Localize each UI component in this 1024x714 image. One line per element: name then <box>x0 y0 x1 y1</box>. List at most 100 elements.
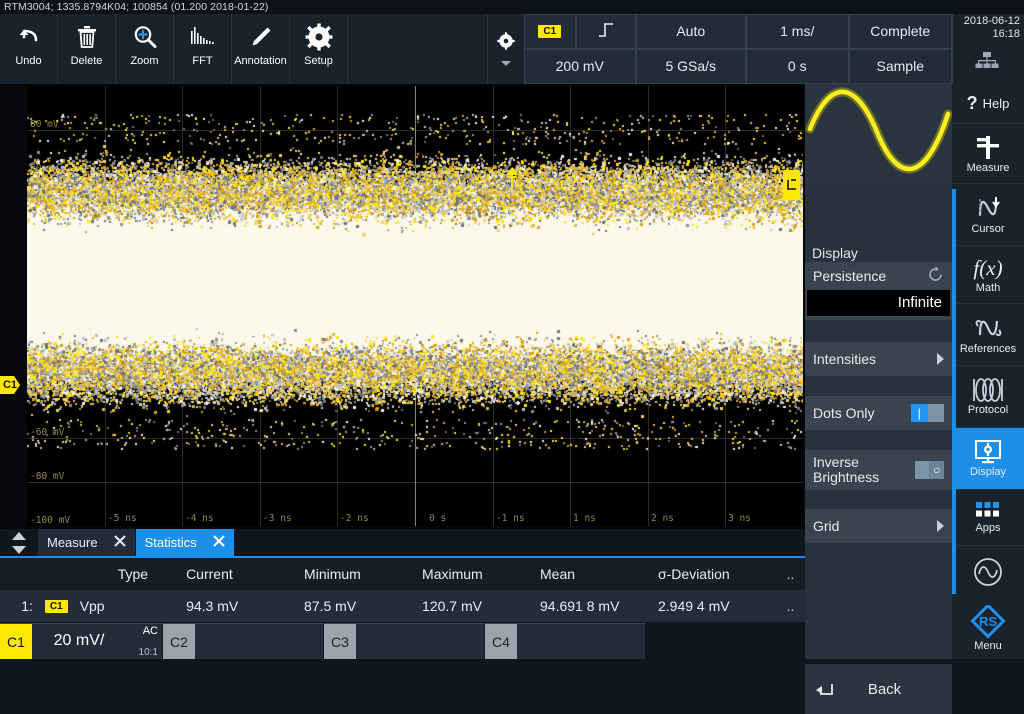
channel1-marker-label: C1 <box>0 376 20 394</box>
status-trigger-type[interactable] <box>576 14 637 50</box>
right-menu-display[interactable]: Display <box>952 428 1024 490</box>
toolbar-delete-button[interactable]: Delete <box>58 14 116 84</box>
channel-c1-coupling: AC <box>143 625 158 637</box>
right-menu-display-label: Display <box>970 466 1006 478</box>
reference-wave-icon <box>972 314 1004 342</box>
header-maximum: Maximum <box>422 566 540 582</box>
persistence-setting[interactable]: Persistence Infinite <box>805 262 952 320</box>
right-menu-apps[interactable]: Apps <box>952 490 1024 546</box>
channel-c2-body[interactable] <box>195 624 323 659</box>
toolbar-undo-label: Undo <box>15 55 41 67</box>
row-type: Vpp <box>80 598 186 614</box>
dots-only-setting[interactable]: Dots Only | <box>805 396 952 430</box>
chevron-down-icon[interactable] <box>501 61 511 66</box>
status-trigger-mode[interactable]: Auto <box>636 14 747 50</box>
toolbar-fft-button[interactable]: FFT <box>174 14 232 84</box>
toolbar-spacer <box>348 14 488 84</box>
waveform-plot[interactable]: 80 mV60 mV20 mV0 V-20 mV-60 mV-80 mV-100… <box>27 86 803 526</box>
right-menu-measure-label: Measure <box>967 162 1010 174</box>
zoom-in-icon <box>132 21 158 53</box>
toolbar-zoom-button[interactable]: Zoom <box>116 14 174 84</box>
gear-icon <box>497 32 515 55</box>
inverse-brightness-setting[interactable]: Inverse Brightness ○ <box>805 450 952 490</box>
dots-only-toggle[interactable]: | <box>911 404 944 422</box>
tab-statistics-label: Statistics <box>145 535 197 550</box>
close-icon[interactable] <box>114 535 126 550</box>
refresh-icon[interactable] <box>927 266 944 286</box>
row-minimum: 87.5 mV <box>304 598 422 614</box>
gear-icon <box>305 21 333 53</box>
right-menu-cursor[interactable]: Cursor <box>952 184 1024 246</box>
trigger-position-marker-top[interactable] <box>505 167 519 189</box>
channel-c1[interactable]: C1 20 mV/ AC 10:1 <box>0 623 162 659</box>
header-more[interactable]: .. <box>776 566 805 582</box>
status-vertical-scale[interactable]: 200 mV <box>524 49 637 85</box>
status-acquisition-state[interactable]: Complete <box>849 14 953 50</box>
right-menu-protocol-label: Protocol <box>968 404 1008 416</box>
right-menu-cursor-label: Cursor <box>971 223 1004 235</box>
right-menu-help[interactable]: ? Help <box>952 84 1024 124</box>
right-menu-protocol[interactable]: Protocol <box>952 366 1024 428</box>
toolbar-zoom-label: Zoom <box>130 55 158 67</box>
table-row[interactable]: 1: C1 Vpp 94.3 mV 87.5 mV 120.7 mV 94.69… <box>0 590 805 622</box>
inverse-brightness-toggle[interactable]: ○ <box>915 461 944 479</box>
waveform-display[interactable]: 80 mV60 mV20 mV0 V-20 mV-60 mV-80 mV-100… <box>0 84 805 529</box>
intensities-label: Intensities <box>813 351 876 367</box>
right-menu-main-menu[interactable]: RS Menu <box>952 598 1024 658</box>
toolbar-undo-button[interactable]: Undo <box>0 14 58 84</box>
channel-c4[interactable]: C4 <box>485 623 645 659</box>
back-button[interactable]: Back <box>805 664 952 714</box>
channel-c3-tag: C3 <box>324 624 356 659</box>
close-icon[interactable] <box>213 535 225 550</box>
channel1-offset-marker[interactable]: C1 <box>0 375 27 395</box>
chevron-right-icon <box>937 353 944 365</box>
clock-panel: 2018-06-12 16:18 <box>952 14 1024 84</box>
toolbar-annotation-button[interactable]: Annotation <box>232 14 290 84</box>
trash-icon <box>75 21 99 53</box>
clock-date: 2018-06-12 <box>953 15 1020 28</box>
back-button-label: Back <box>845 681 952 698</box>
row-more[interactable]: .. <box>776 598 805 614</box>
up-down-arrows-icon[interactable] <box>0 529 38 556</box>
right-menu-signal-generator[interactable] <box>952 546 1024 598</box>
right-menu-apps-label: Apps <box>975 522 1000 534</box>
persistence-value[interactable]: Infinite <box>807 290 950 316</box>
status-horizontal-position[interactable]: 0 s <box>746 49 850 85</box>
trigger-level-marker[interactable] <box>783 170 800 200</box>
toolbar-setup-button[interactable]: Setup <box>290 14 348 84</box>
toolbar-annotation-label: Annotation <box>234 55 287 67</box>
top-toolbar: Undo Delete Zoom FFT Annotation Setup <box>0 14 524 84</box>
tab-statistics[interactable]: Statistics <box>136 529 234 556</box>
row-current: 94.3 mV <box>186 598 304 614</box>
cursor-wave-icon <box>973 194 1003 222</box>
monitor-gear-icon <box>972 439 1004 465</box>
channel-c1-body[interactable]: 20 mV/ AC 10:1 <box>32 624 162 659</box>
tab-measure[interactable]: Measure <box>38 529 135 556</box>
grid-setting[interactable]: Grid <box>805 509 952 543</box>
tab-measure-label: Measure <box>47 535 98 550</box>
right-menu-references[interactable]: References <box>952 304 1024 366</box>
right-menu-math-label: Math <box>976 282 1000 294</box>
toolbar-setup-label: Setup <box>304 55 333 67</box>
status-channel-badge[interactable]: C1 <box>524 14 577 50</box>
status-sample-rate[interactable]: 5 GSa/s <box>636 49 747 85</box>
channel-c1-tag: C1 <box>0 624 32 659</box>
display-menu-title: Display <box>812 245 858 261</box>
right-menu-measure[interactable]: Measure <box>952 124 1024 184</box>
right-menu-math[interactable]: f(x) Math <box>952 246 1024 304</box>
right-menu: ? Help Measure Cursor f(x) Math Referenc… <box>952 84 1024 659</box>
grid-label: Grid <box>813 518 839 534</box>
fft-icon <box>189 21 217 53</box>
status-timebase[interactable]: 1 ms/ <box>746 14 850 50</box>
channel-c2[interactable]: C2 <box>163 623 323 659</box>
intensities-setting[interactable]: Intensities <box>805 342 952 376</box>
header-minimum: Minimum <box>304 566 422 582</box>
question-mark-icon: ? <box>967 93 978 114</box>
channel-c3-body[interactable] <box>356 624 484 659</box>
header-type: Type <box>80 566 186 582</box>
status-acquisition-mode[interactable]: Sample <box>849 49 953 85</box>
channel-c3[interactable]: C3 <box>324 623 484 659</box>
toolbar-delete-label: Delete <box>71 55 103 67</box>
channel-c4-body[interactable] <box>517 624 645 659</box>
toolbar-settings-button[interactable] <box>488 14 524 84</box>
